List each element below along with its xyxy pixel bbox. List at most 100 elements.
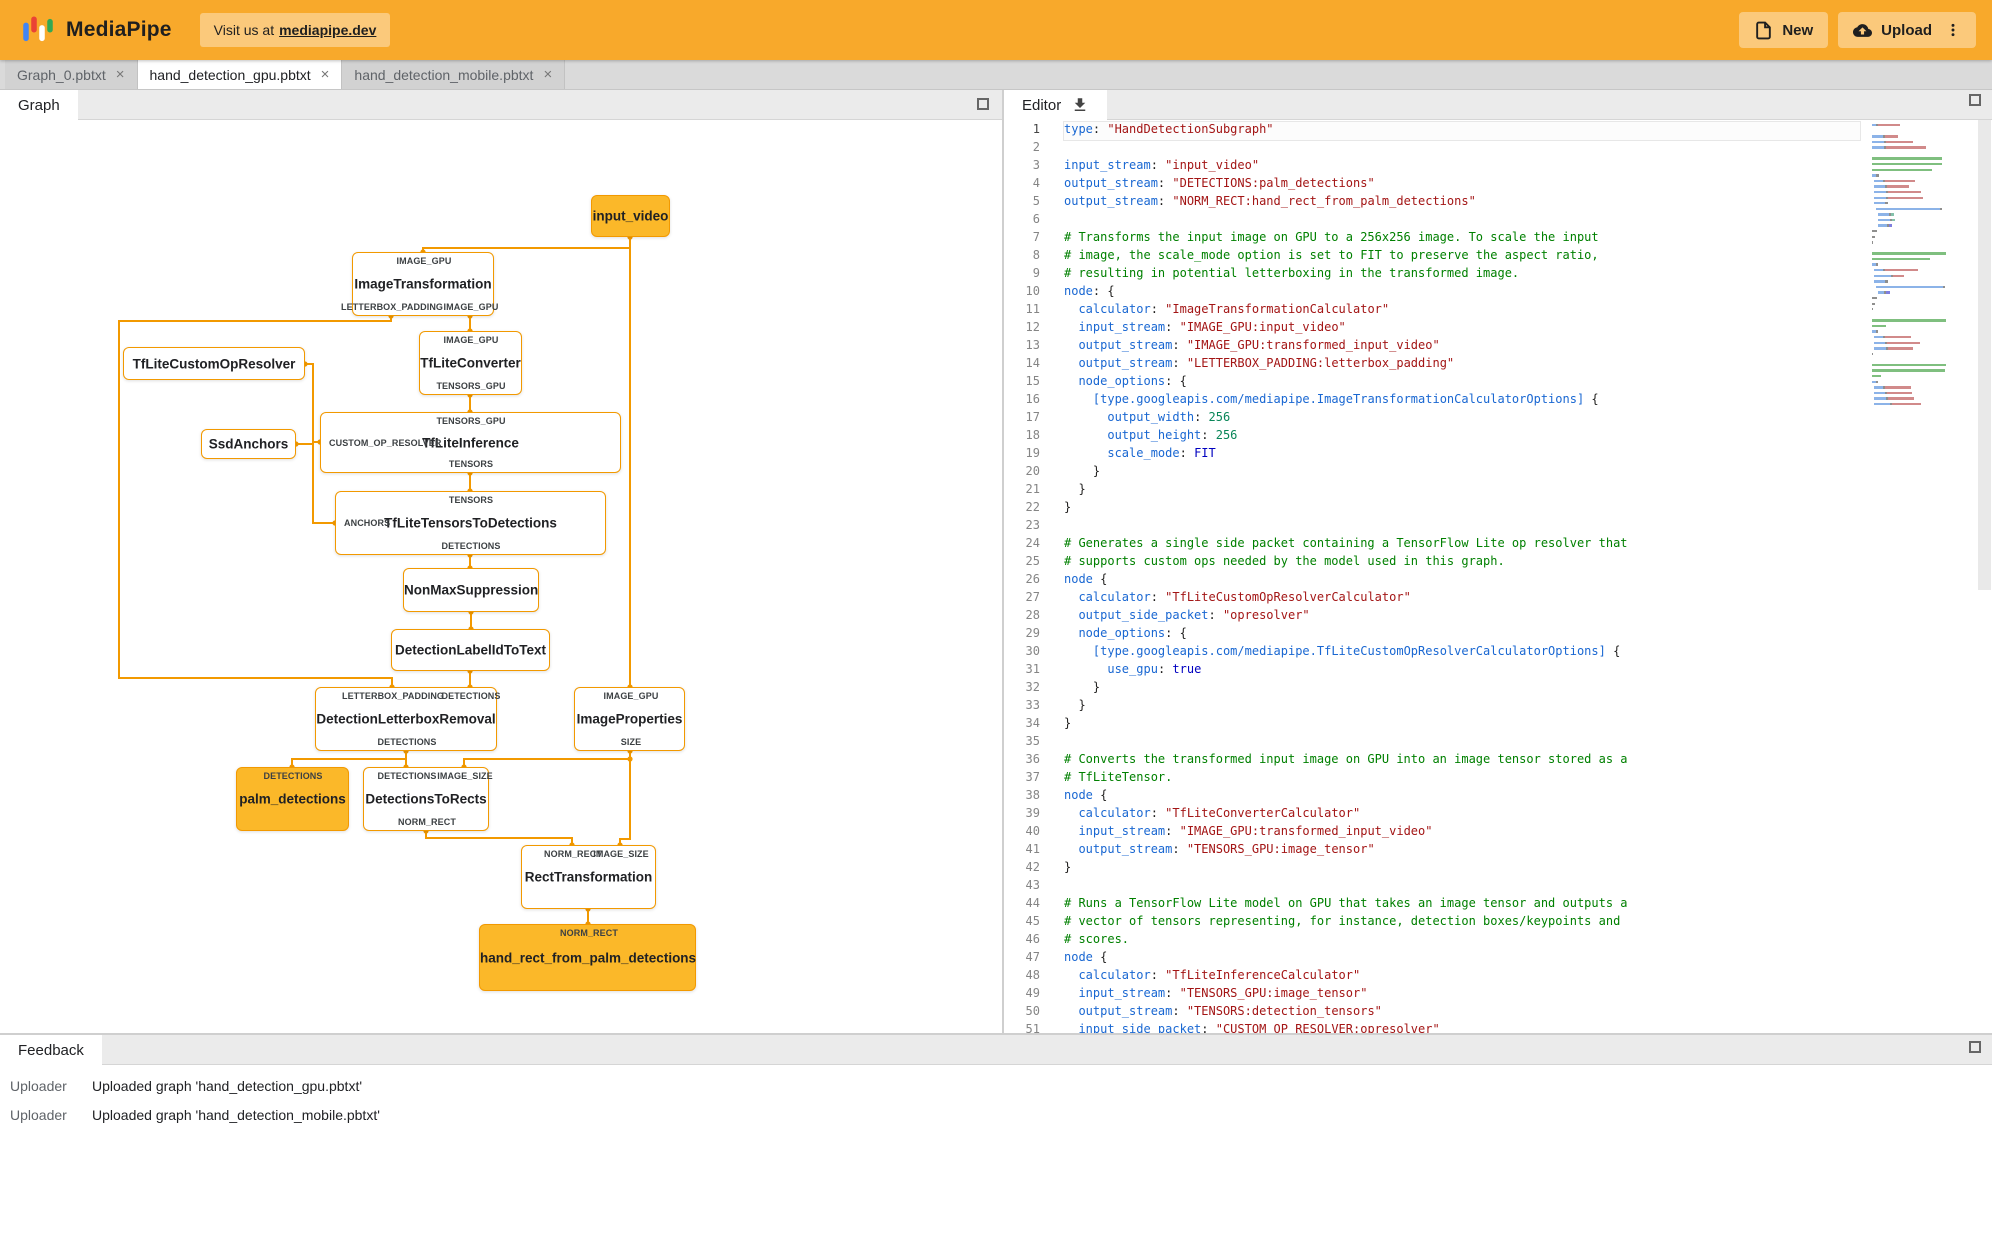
graph-node-image_properties[interactable]: ImageProperties IMAGE_GPU SIZE <box>574 687 685 751</box>
minimap-line <box>1872 380 1976 383</box>
code-line[interactable]: node: { <box>1064 284 1860 302</box>
visit-link[interactable]: mediapipe.dev <box>279 22 376 38</box>
graph-node-ssd_anchors[interactable]: SsdAnchors <box>201 429 296 459</box>
editor-scrollbar-thumb[interactable] <box>1978 120 1991 590</box>
code-line[interactable]: } <box>1064 680 1860 698</box>
tab-close-icon[interactable]: × <box>116 67 125 82</box>
code-line[interactable]: output_height: 256 <box>1064 428 1860 446</box>
code-line[interactable]: [type.googleapis.com/mediapipe.TfLiteCus… <box>1064 644 1860 662</box>
code-line[interactable]: # scores. <box>1064 932 1860 950</box>
graph-canvas[interactable]: input_video ImageTransformation IMAGE_GPU L… <box>0 120 1002 1035</box>
graph-node-detection_letterbox_removal[interactable]: DetectionLetterboxRemoval LETTERBOX_PADDI… <box>315 687 500 751</box>
graph-node-tflite_tensors_to_detections[interactable]: TfLiteTensorsToDetections TENSORS DETECTIO… <box>335 491 606 555</box>
code-line[interactable]: } <box>1064 464 1860 482</box>
code-line[interactable]: } <box>1064 698 1860 716</box>
new-button[interactable]: New <box>1739 12 1829 48</box>
panel-header-bar: Graph Editor <box>0 90 1992 120</box>
minimap-line <box>1872 157 1976 160</box>
code-line[interactable]: output_stream: "NORM_RECT:hand_rect_from… <box>1064 194 1860 212</box>
code-line[interactable]: } <box>1064 482 1860 500</box>
code-line[interactable]: # Generates a single side packet contain… <box>1064 536 1860 554</box>
code-line[interactable]: use_gpu: true <box>1064 662 1860 680</box>
code-line[interactable]: calculator: "ImageTransformationCalculat… <box>1064 302 1860 320</box>
code-line[interactable]: calculator: "TfLiteConverterCalculator" <box>1064 806 1860 824</box>
code-line[interactable]: node { <box>1064 950 1860 968</box>
code-line[interactable]: [type.googleapis.com/mediapipe.ImageTran… <box>1064 392 1860 410</box>
graph-node-label: ImageProperties <box>576 711 683 727</box>
graph-node-non_max_suppression[interactable]: NonMaxSuppression <box>403 568 539 612</box>
code-line[interactable]: node_options: { <box>1064 626 1860 644</box>
download-icon[interactable] <box>1071 96 1089 114</box>
code-line[interactable]: calculator: "TfLiteCustomOpResolverCalcu… <box>1064 590 1860 608</box>
graph-node-image_transformation[interactable]: ImageTransformation IMAGE_GPU LETTERBOX_PA… <box>341 252 498 316</box>
code-line[interactable]: # supports custom ops needed by the mode… <box>1064 554 1860 572</box>
code-line[interactable]: output_stream: "IMAGE_GPU:transformed_in… <box>1064 338 1860 356</box>
code-line[interactable] <box>1064 734 1860 752</box>
editor-panel[interactable]: 1 2 3 4 5 6 7 8 9 10 11 12 13 14 15 16 17 18 19 20 21 22 23 24 2… <box>1004 120 1992 1035</box>
graph-node-detection_label_id_to_text[interactable]: DetectionLabelIdToText <box>391 629 550 671</box>
file-tab[interactable]: hand_detection_mobile.pbtxt × <box>342 60 566 89</box>
editor-tab[interactable]: Editor <box>1004 90 1108 120</box>
editor-scrollbar[interactable] <box>1977 120 1992 1035</box>
graph-node-tflite_custom_op_resolver[interactable]: TfLiteCustomOpResolver <box>123 347 305 380</box>
code-line[interactable]: node_options: { <box>1064 374 1860 392</box>
code-line[interactable]: # Runs a TensorFlow Lite model on GPU th… <box>1064 896 1860 914</box>
editor-code[interactable]: type: "HandDetectionSubgraph" input_strea… <box>1063 121 1861 1035</box>
panel-splitter[interactable] <box>1002 90 1004 1035</box>
tab-close-icon[interactable]: × <box>543 67 552 82</box>
code-line[interactable] <box>1064 878 1860 896</box>
code-line[interactable]: } <box>1064 500 1860 518</box>
file-tab[interactable]: Graph_0.pbtxt × <box>5 60 138 89</box>
graph-node-label: DetectionsToRects <box>365 791 487 807</box>
maximize-feedback-icon[interactable] <box>1969 1041 1981 1053</box>
code-line[interactable]: output_stream: "TENSORS_GPU:image_tensor… <box>1064 842 1860 860</box>
code-line[interactable]: node { <box>1064 788 1860 806</box>
code-line[interactable]: # TfLiteTensor. <box>1064 770 1860 788</box>
port-label: IMAGE_SIZE <box>593 849 649 859</box>
code-line[interactable] <box>1064 212 1860 230</box>
line-number: 41 <box>1025 842 1040 856</box>
upload-button[interactable]: Upload <box>1838 12 1976 48</box>
graph-node-tflite_converter[interactable]: TfLiteConverter IMAGE_GPU TENSORS_GPU <box>419 331 522 395</box>
code-line[interactable]: input_stream: "IMAGE_GPU:input_video" <box>1064 320 1860 338</box>
code-line[interactable] <box>1064 140 1860 158</box>
graph-node-rect_transformation[interactable]: RectTransformation NORM_RECT IMAGE_SIZE <box>521 845 656 909</box>
code-line[interactable] <box>1064 518 1860 536</box>
code-line[interactable]: input_stream: "TENSORS_GPU:image_tensor" <box>1064 986 1860 1004</box>
code-line[interactable]: node { <box>1064 572 1860 590</box>
graph-node-detections_to_rects[interactable]: DetectionsToRects DETECTIONS IMAGE_SIZE NOR… <box>363 767 493 831</box>
code-line[interactable]: output_side_packet: "opresolver" <box>1064 608 1860 626</box>
tab-close-icon[interactable]: × <box>321 67 330 82</box>
code-line[interactable]: calculator: "TfLiteInferenceCalculator" <box>1064 968 1860 986</box>
graph-node-input_video[interactable]: input_video <box>591 195 670 237</box>
code-line[interactable]: input_stream: "IMAGE_GPU:transformed_inp… <box>1064 824 1860 842</box>
code-line[interactable]: output_stream: "LETTERBOX_PADDING:letter… <box>1064 356 1860 374</box>
graph-node-tflite_inference[interactable]: TfLiteInference TENSORS_GPU TENSORS CUSTOM_… <box>320 412 621 473</box>
graph-node-palm_detections[interactable]: palm_detections DETECTIONS <box>236 767 349 831</box>
code-line[interactable]: output_width: 256 <box>1064 410 1860 428</box>
maximize-graph-icon[interactable] <box>977 98 989 110</box>
code-line[interactable]: } <box>1064 716 1860 734</box>
maximize-editor-icon[interactable] <box>1969 94 1981 106</box>
code-line[interactable]: output_stream: "TENSORS:detection_tensor… <box>1064 1004 1860 1022</box>
minimap-line <box>1872 314 1976 316</box>
kebab-menu-icon[interactable] <box>1945 21 1961 39</box>
file-tab[interactable]: hand_detection_gpu.pbtxt × <box>137 60 343 89</box>
code-line[interactable]: input_stream: "input_video" <box>1064 158 1860 176</box>
minimap-line <box>1872 291 1976 294</box>
code-line[interactable]: scale_mode: FIT <box>1064 446 1860 464</box>
code-line[interactable]: # vector of tensors representing, for in… <box>1064 914 1860 932</box>
code-line[interactable]: } <box>1064 860 1860 878</box>
code-line[interactable]: # image, the scale_mode option is set to… <box>1064 248 1860 266</box>
code-line[interactable]: # resulting in potential letterboxing in… <box>1064 266 1860 284</box>
feedback-tab[interactable]: Feedback <box>0 1035 102 1065</box>
code-line[interactable]: # Converts the transformed input image o… <box>1064 752 1860 770</box>
line-number: 19 <box>1025 446 1040 460</box>
graph-tab[interactable]: Graph <box>0 90 78 120</box>
graph-node-hand_rect_from_palm_detections[interactable]: hand_rect_from_palm_detections NORM_RECT <box>479 924 696 991</box>
code-line[interactable]: output_stream: "DETECTIONS:palm_detectio… <box>1064 176 1860 194</box>
code-line[interactable]: # Transforms the input image on GPU to a… <box>1064 230 1860 248</box>
editor-minimap[interactable] <box>1872 124 1976 408</box>
code-line[interactable]: type: "HandDetectionSubgraph" <box>1063 121 1861 141</box>
feedback-splitter[interactable] <box>0 1033 1992 1035</box>
